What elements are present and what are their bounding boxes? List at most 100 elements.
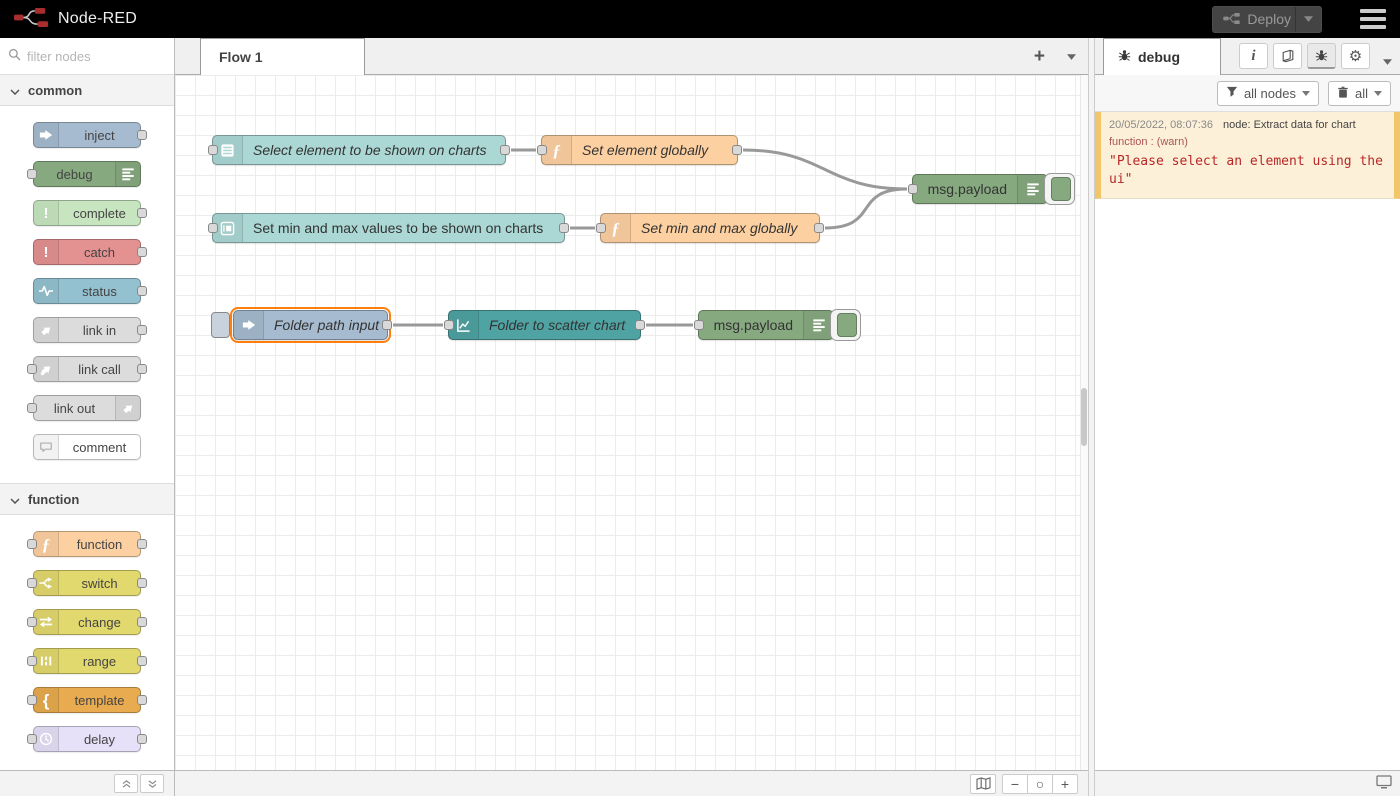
palette-search xyxy=(0,38,174,75)
node-output-port xyxy=(137,364,147,374)
debug-enable-toggle[interactable] xyxy=(830,309,861,341)
palette-node-link-out[interactable]: link out xyxy=(20,395,154,421)
app-title: Node-RED xyxy=(58,10,137,28)
node-output-port[interactable] xyxy=(635,320,645,330)
zoom-reset-button[interactable]: ○ xyxy=(1027,774,1053,794)
deploy-button[interactable]: Deploy xyxy=(1212,6,1322,33)
config-tab-button[interactable]: ⚙ xyxy=(1341,43,1370,69)
palette-node-label: switch xyxy=(59,571,140,595)
deploy-options-caret[interactable] xyxy=(1295,7,1321,32)
deploy-nodes-icon xyxy=(1223,11,1240,27)
tab-flow-1[interactable]: Flow 1 xyxy=(200,38,365,75)
palette-node-complete[interactable]: !complete xyxy=(20,200,154,226)
node-output-port[interactable] xyxy=(382,320,392,330)
main-menu-button[interactable] xyxy=(1360,9,1386,29)
node-input-port[interactable] xyxy=(444,320,454,330)
node-input-port[interactable] xyxy=(908,184,918,194)
flow-node-scatter[interactable]: Folder to scatter chart xyxy=(448,310,641,340)
palette-node-label: comment xyxy=(59,435,140,459)
palette-category-label: function xyxy=(28,492,79,507)
open-in-window-icon[interactable] xyxy=(1376,775,1392,792)
flow-list-caret[interactable] xyxy=(1067,54,1076,60)
delay-clock-icon xyxy=(39,732,53,746)
status-pulse-icon xyxy=(39,284,53,298)
flow-node-inject_folder[interactable]: Folder path input xyxy=(233,310,388,340)
palette-node-change[interactable]: change xyxy=(20,609,154,635)
flow-canvas[interactable]: Select element to be shown on charts ƒSet… xyxy=(175,75,1088,770)
collapse-all-button[interactable] xyxy=(114,774,138,793)
canvas-vertical-scrollbar[interactable] xyxy=(1080,75,1088,770)
debug-tab-button[interactable] xyxy=(1307,43,1336,69)
exclamation-icon: ! xyxy=(44,206,49,221)
wire-fn_element-to-debug_top[interactable] xyxy=(743,150,907,189)
switch-icon xyxy=(39,576,53,590)
node-input-port[interactable] xyxy=(694,320,704,330)
palette-node-inject[interactable]: inject xyxy=(20,122,154,148)
palette-node-catch[interactable]: !catch xyxy=(20,239,154,265)
palette-scroll[interactable]: commoninjectdebug!complete!catchstatusli… xyxy=(0,75,174,770)
clear-messages-button[interactable]: all xyxy=(1328,81,1391,106)
node-input-port[interactable] xyxy=(208,145,218,155)
workspace: Flow 1 + Select element to be shown on c… xyxy=(175,38,1088,796)
palette-node-link-call[interactable]: link call xyxy=(20,356,154,382)
node-icon-zone: { xyxy=(34,688,59,712)
node-input-port[interactable] xyxy=(596,223,606,233)
palette-node-status[interactable]: status xyxy=(20,278,154,304)
funnel-icon xyxy=(1226,86,1238,101)
flow-tab-bar: Flow 1 + xyxy=(175,38,1088,75)
filter-nodes-button[interactable]: all nodes xyxy=(1217,81,1319,106)
node-input-port[interactable] xyxy=(208,223,218,233)
inject-trigger-button[interactable] xyxy=(211,312,230,338)
message-payload: "Please select an element using the ui" xyxy=(1109,153,1386,189)
canvas-scrollbar-thumb[interactable] xyxy=(1081,388,1087,446)
node-icon-zone xyxy=(34,279,59,303)
flow-node-fn_element[interactable]: ƒSet element globally xyxy=(541,135,738,165)
debug-message-warn[interactable]: 20/05/2022, 08:07:36 node: Extract data … xyxy=(1095,112,1400,199)
flow-node-ui_select[interactable]: Select element to be shown on charts xyxy=(212,135,506,165)
palette-node-body: change xyxy=(33,609,141,635)
sidebar-menu-caret[interactable] xyxy=(1383,52,1392,68)
node-output-port[interactable] xyxy=(559,223,569,233)
flow-node-fn_minmax[interactable]: ƒSet min and max globally xyxy=(600,213,820,243)
palette-node-switch[interactable]: switch xyxy=(20,570,154,596)
palette-node-link-in[interactable]: link in xyxy=(20,317,154,343)
palette-category-common[interactable]: common xyxy=(0,75,174,106)
flow-node-label: Set min and max globally xyxy=(631,214,819,242)
add-flow-button[interactable]: + xyxy=(1034,47,1045,66)
node-output-port[interactable] xyxy=(814,223,824,233)
info-tab-button[interactable]: i xyxy=(1239,43,1268,69)
node-red-logo-icon xyxy=(14,6,50,32)
link-out-icon xyxy=(122,402,135,415)
node-output-port[interactable] xyxy=(732,145,742,155)
expand-all-button[interactable] xyxy=(140,774,164,793)
debug-enable-toggle[interactable] xyxy=(1044,173,1075,205)
node-output-port xyxy=(137,208,147,218)
flow-node-ui_minmax[interactable]: Set min and max values to be shown on ch… xyxy=(212,213,565,243)
zoom-in-button[interactable]: + xyxy=(1052,774,1078,794)
palette-node-range[interactable]: range xyxy=(20,648,154,674)
palette-node-label: catch xyxy=(59,240,140,264)
message-node-name: node: Extract data for chart xyxy=(1223,119,1356,131)
debug-message-list[interactable]: 20/05/2022, 08:07:36 node: Extract data … xyxy=(1095,112,1400,770)
palette-node-label: link out xyxy=(34,396,115,420)
node-input-port[interactable] xyxy=(537,145,547,155)
node-icon-zone: ! xyxy=(34,201,59,225)
palette-node-function[interactable]: ƒfunction xyxy=(20,531,154,557)
flow-node-debug_top[interactable]: msg.payload xyxy=(912,174,1048,204)
palette-node-comment[interactable]: comment xyxy=(20,434,154,460)
help-tab-button[interactable] xyxy=(1273,43,1302,69)
sidebar-resize-handle[interactable] xyxy=(1088,38,1095,796)
palette-node-label: function xyxy=(59,532,140,556)
tab-debug[interactable]: debug xyxy=(1103,38,1221,75)
palette-node-template[interactable]: {template xyxy=(20,687,154,713)
palette-node-body: status xyxy=(33,278,141,304)
zoom-out-button[interactable]: − xyxy=(1002,774,1028,794)
palette-category-function[interactable]: function xyxy=(0,483,174,515)
wire-fn_minmax-to-debug_top[interactable] xyxy=(825,189,907,228)
navigator-button[interactable] xyxy=(970,774,996,794)
node-output-port[interactable] xyxy=(500,145,510,155)
flow-node-debug_bottom[interactable]: msg.payload xyxy=(698,310,834,340)
flow-node-label: Set element globally xyxy=(572,136,737,164)
palette-node-debug[interactable]: debug xyxy=(20,161,154,187)
palette-node-delay[interactable]: delay xyxy=(20,726,154,752)
